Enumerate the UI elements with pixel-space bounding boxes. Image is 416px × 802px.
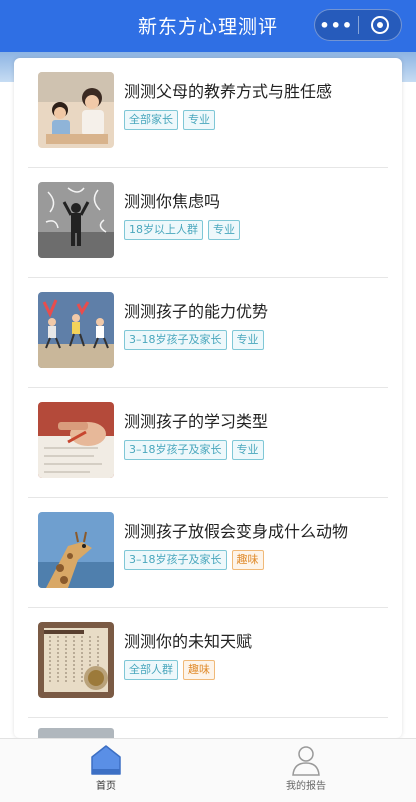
item-title: 测测父母的教养方式与胜任感 bbox=[124, 82, 333, 101]
person-icon bbox=[292, 746, 320, 776]
item-title: 测测孩子的能力优势 bbox=[124, 302, 269, 321]
home-icon bbox=[91, 745, 121, 775]
tab-bar: 首页 我的报告 bbox=[0, 738, 416, 802]
tag-group: 3–18岁孩子及家长 专业 bbox=[124, 330, 264, 350]
type-tag: 专业 bbox=[231, 440, 264, 460]
tab-label: 我的报告 bbox=[286, 781, 326, 792]
tag-group: 3–18岁孩子及家长 趣味 bbox=[124, 550, 264, 570]
close-button[interactable] bbox=[358, 16, 401, 34]
next-item-thumbnail bbox=[38, 728, 114, 738]
type-tag: 趣味 bbox=[183, 660, 215, 680]
list-item[interactable]: 测测孩子的学习类型 3–18岁孩子及家长 专业 bbox=[14, 388, 402, 498]
tab-home[interactable]: 首页 bbox=[46, 743, 166, 799]
divider bbox=[28, 717, 388, 718]
tag-group: 全部人群 趣味 bbox=[124, 660, 215, 680]
item-title: 测测孩子的学习类型 bbox=[124, 412, 269, 431]
more-button[interactable]: ••• bbox=[315, 16, 358, 35]
type-tag: 专业 bbox=[183, 110, 215, 130]
kids-jumping-photo bbox=[38, 292, 114, 368]
tag-group: 3–18岁孩子及家长 专业 bbox=[124, 440, 264, 460]
tab-label: 首页 bbox=[96, 781, 116, 792]
tag-group: 全部家长 专业 bbox=[124, 110, 215, 130]
list-item[interactable]: 测测你焦虑吗 18岁以上人群 专业 bbox=[14, 168, 402, 278]
type-tag: 趣味 bbox=[231, 550, 264, 570]
test-list: 测测父母的教养方式与胜任感 全部家长 专业 测测你焦虑吗 18岁以上人群 专业 bbox=[14, 58, 402, 738]
list-item[interactable]: 测测孩子放假会变身成什么动物 3–18岁孩子及家长 趣味 bbox=[14, 498, 402, 608]
item-title: 测测你焦虑吗 bbox=[124, 192, 221, 211]
giraffe-photo bbox=[38, 512, 114, 588]
close-icon bbox=[370, 16, 389, 34]
type-tag: 专业 bbox=[208, 220, 240, 240]
title-bar: 新东方心理测评 ••• bbox=[0, 0, 416, 52]
list-item[interactable]: 测测你的未知天赋 全部人群 趣味 bbox=[14, 608, 402, 718]
list-item[interactable]: 测测父母的教养方式与胜任感 全部家长 专业 bbox=[14, 58, 402, 168]
tag-group: 18岁以上人群 专业 bbox=[124, 220, 240, 240]
audience-tag: 全部家长 bbox=[124, 110, 178, 130]
mini-program-capsule: ••• bbox=[314, 9, 402, 41]
list-item[interactable]: 测测孩子的能力优势 3–18岁孩子及家长 专业 bbox=[14, 278, 402, 388]
type-tag: 专业 bbox=[231, 330, 264, 350]
item-title: 测测孩子放假会变身成什么动物 bbox=[124, 522, 349, 541]
audience-tag: 全部人群 bbox=[124, 660, 178, 680]
book-tea-photo bbox=[38, 622, 114, 698]
audience-tag: 3–18岁孩子及家长 bbox=[124, 440, 227, 460]
item-title: 测测你的未知天赋 bbox=[124, 632, 253, 651]
audience-tag: 3–18岁孩子及家长 bbox=[124, 330, 227, 350]
child-writing-photo bbox=[38, 402, 114, 478]
audience-tag: 18岁以上人群 bbox=[124, 220, 203, 240]
audience-tag: 3–18岁孩子及家长 bbox=[124, 550, 227, 570]
parent-child-photo bbox=[38, 72, 114, 148]
anxious-man-photo bbox=[38, 182, 114, 258]
tab-my-reports[interactable]: 我的报告 bbox=[246, 743, 366, 799]
